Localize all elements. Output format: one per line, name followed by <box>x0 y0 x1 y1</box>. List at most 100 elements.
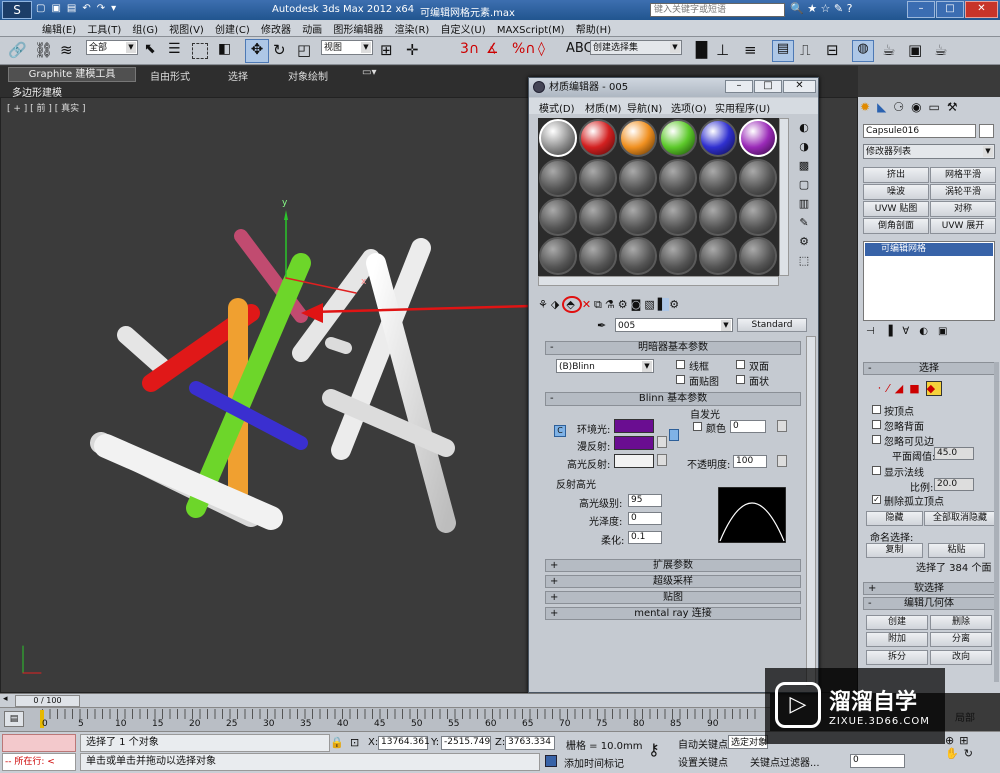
x-coord-field[interactable]: 13764.361 <box>378 736 430 750</box>
edit-named-sel-icon[interactable]: ABC <box>566 41 593 61</box>
select-manipulate-icon[interactable]: ✛ <box>406 41 426 61</box>
menu-rendering[interactable]: 渲染(R) <box>391 20 434 37</box>
mat-close-button[interactable]: ✕ <box>783 80 816 93</box>
put-to-library-icon[interactable]: ⚗ <box>605 298 618 311</box>
maxscript-listener[interactable] <box>2 734 76 752</box>
face-map-checkbox[interactable] <box>676 375 685 384</box>
lock-selection-icon[interactable]: 🔒 <box>330 736 344 749</box>
selected-objects-dropdown[interactable]: 选定对象 <box>728 735 768 749</box>
material-editor-icon[interactable]: ◍ <box>852 40 874 62</box>
diffuse-swatch[interactable] <box>614 436 654 450</box>
render-setup-icon[interactable]: ☕ <box>882 41 902 61</box>
ambient-swatch[interactable] <box>614 419 654 433</box>
search-input[interactable]: 键入关键字或短语 <box>650 3 785 17</box>
zoom-all-icon[interactable]: ⊞ <box>959 734 973 747</box>
soft-selection-rollout[interactable]: + 软选择 <box>863 582 995 595</box>
mod-meshsmooth-button[interactable]: 网格平滑 <box>930 167 996 183</box>
auto-key-button[interactable]: 自动关键点 <box>678 736 728 751</box>
schematic-view-icon[interactable]: ⊟ <box>826 41 846 61</box>
object-name-field[interactable]: Capsule016 <box>863 124 976 138</box>
z-coord-field[interactable]: 3763.334 <box>505 736 555 750</box>
sample-slot-10[interactable] <box>659 159 697 197</box>
mod-noise-button[interactable]: 噪波 <box>863 184 929 200</box>
render-production-icon[interactable]: ☕ <box>934 41 954 61</box>
zoom-icon[interactable]: ⊕ <box>945 734 959 747</box>
sample-slot-6[interactable] <box>739 119 777 157</box>
menu-create[interactable]: 创建(C) <box>211 20 254 37</box>
faceted-checkbox[interactable] <box>736 375 745 384</box>
mat-menu-modes[interactable]: 模式(D) <box>539 100 575 115</box>
time-slider-thumb[interactable]: 0 / 100 <box>15 695 80 707</box>
copy-button[interactable]: 复制 <box>866 543 923 558</box>
key-filters-button[interactable]: 关键点过滤器... <box>750 754 820 769</box>
mat-id-channel-icon[interactable]: ⚙ <box>618 298 631 311</box>
show-end-result-icon[interactable]: ▐ <box>885 326 903 337</box>
mat-menu-material[interactable]: 材质(M) <box>585 100 621 115</box>
pin-stack-icon[interactable]: ⊣ <box>866 326 885 337</box>
selection-rollout[interactable]: - 选择 <box>863 362 995 375</box>
layer-manager-icon[interactable]: ≡ <box>744 41 764 61</box>
video-color-check-icon[interactable]: ▥ <box>794 194 814 213</box>
two-sided-checkbox[interactable] <box>736 360 745 369</box>
sample-slot-8[interactable] <box>579 159 617 197</box>
sample-slot-13[interactable] <box>539 198 577 236</box>
trackbar-toggle-icon[interactable]: ▤ <box>4 711 24 727</box>
get-material-icon[interactable]: ⚘ <box>538 298 551 311</box>
make-unique-icon[interactable]: ∀ <box>902 326 919 337</box>
select-by-material-icon[interactable]: ⬚ <box>794 251 814 270</box>
mat-maximize-button[interactable]: □ <box>754 80 782 93</box>
window-crossing-icon[interactable]: ◧ <box>218 41 236 61</box>
show-map-icon[interactable]: ◙ <box>631 298 645 311</box>
menu-graph-editors[interactable]: 图形编辑器 <box>329 20 387 37</box>
current-frame-field[interactable]: 0 <box>850 754 905 768</box>
menu-animation[interactable]: 动画 <box>298 20 326 37</box>
sample-slot-22[interactable] <box>659 237 697 275</box>
named-selection-dropdown[interactable]: 创建选择集 ▼ <box>590 40 682 55</box>
sample-slot-15[interactable] <box>619 198 657 236</box>
sample-slot-17[interactable] <box>699 198 737 236</box>
sample-slot-19[interactable] <box>539 237 577 275</box>
sample-slot-12[interactable] <box>739 159 777 197</box>
edit-geometry-rollout[interactable]: - 编辑几何体 <box>863 597 995 610</box>
opacity-spinner[interactable]: 100 <box>733 455 767 468</box>
unlink-icon[interactable]: ⛓ <box>34 41 54 61</box>
sample-slot-5[interactable] <box>699 119 737 157</box>
rotate-icon[interactable]: ↻ <box>273 41 293 61</box>
move-icon[interactable]: ✥ <box>245 39 269 63</box>
sample-slot-20[interactable] <box>579 237 617 275</box>
slots-vscrollbar[interactable] <box>779 118 789 276</box>
select-object-icon[interactable]: ⬉ <box>144 41 162 61</box>
sample-slot-2[interactable] <box>579 119 617 157</box>
ignore-back-checkbox[interactable] <box>872 420 881 429</box>
select-by-name-icon[interactable]: ☰ <box>168 41 186 61</box>
sample-slot-14[interactable] <box>579 198 617 236</box>
material-editor-window[interactable]: 材质编辑器 - 005 – □ ✕ 模式(D) 材质(M) 导航(N) 选项(O… <box>528 77 819 693</box>
percent-snap-icon[interactable]: %∩ <box>512 41 536 61</box>
utilities-tab-icon[interactable]: ⚒ <box>947 100 965 114</box>
spinner-snap-icon[interactable]: ◊ <box>538 41 558 61</box>
command-panel-scrollbar[interactable] <box>994 362 999 682</box>
motion-tab-icon[interactable]: ◉ <box>911 100 928 114</box>
ref-coord-dropdown[interactable]: 视图 ▼ <box>321 40 373 55</box>
sample-slot-7[interactable] <box>539 159 577 197</box>
tab-graphite[interactable]: Graphite 建模工具 <box>8 67 136 82</box>
time-tag-icon[interactable] <box>545 755 557 767</box>
sample-slot-1[interactable] <box>539 119 577 157</box>
sample-slot-18[interactable] <box>739 198 777 236</box>
close-button[interactable]: ✕ <box>965 1 998 18</box>
abs-mode-icon[interactable]: ⊡ <box>350 736 359 749</box>
self-illum-spinner[interactable]: 0 <box>730 420 766 433</box>
curve-editor-icon[interactable]: ⎍ <box>800 41 820 61</box>
mod-unwrap-uvw-button[interactable]: UVW 展开 <box>930 218 996 234</box>
mod-symmetry-button[interactable]: 对称 <box>930 201 996 217</box>
mental-ray-rollout[interactable]: + mental ray 连接 <box>545 607 801 620</box>
minimize-button[interactable]: – <box>907 1 935 18</box>
link-icon[interactable]: 🔗 <box>8 41 28 61</box>
supersampling-rollout[interactable]: + 超级采样 <box>545 575 801 588</box>
self-illum-map-button[interactable] <box>777 420 787 432</box>
sample-slot-3[interactable] <box>619 119 657 157</box>
glossiness-spinner[interactable]: 0 <box>628 512 662 525</box>
make-preview-icon[interactable]: ✎ <box>794 213 814 232</box>
tab-selection[interactable]: 选择 <box>228 68 248 83</box>
sample-type-icon[interactable]: ◐ <box>794 118 814 137</box>
